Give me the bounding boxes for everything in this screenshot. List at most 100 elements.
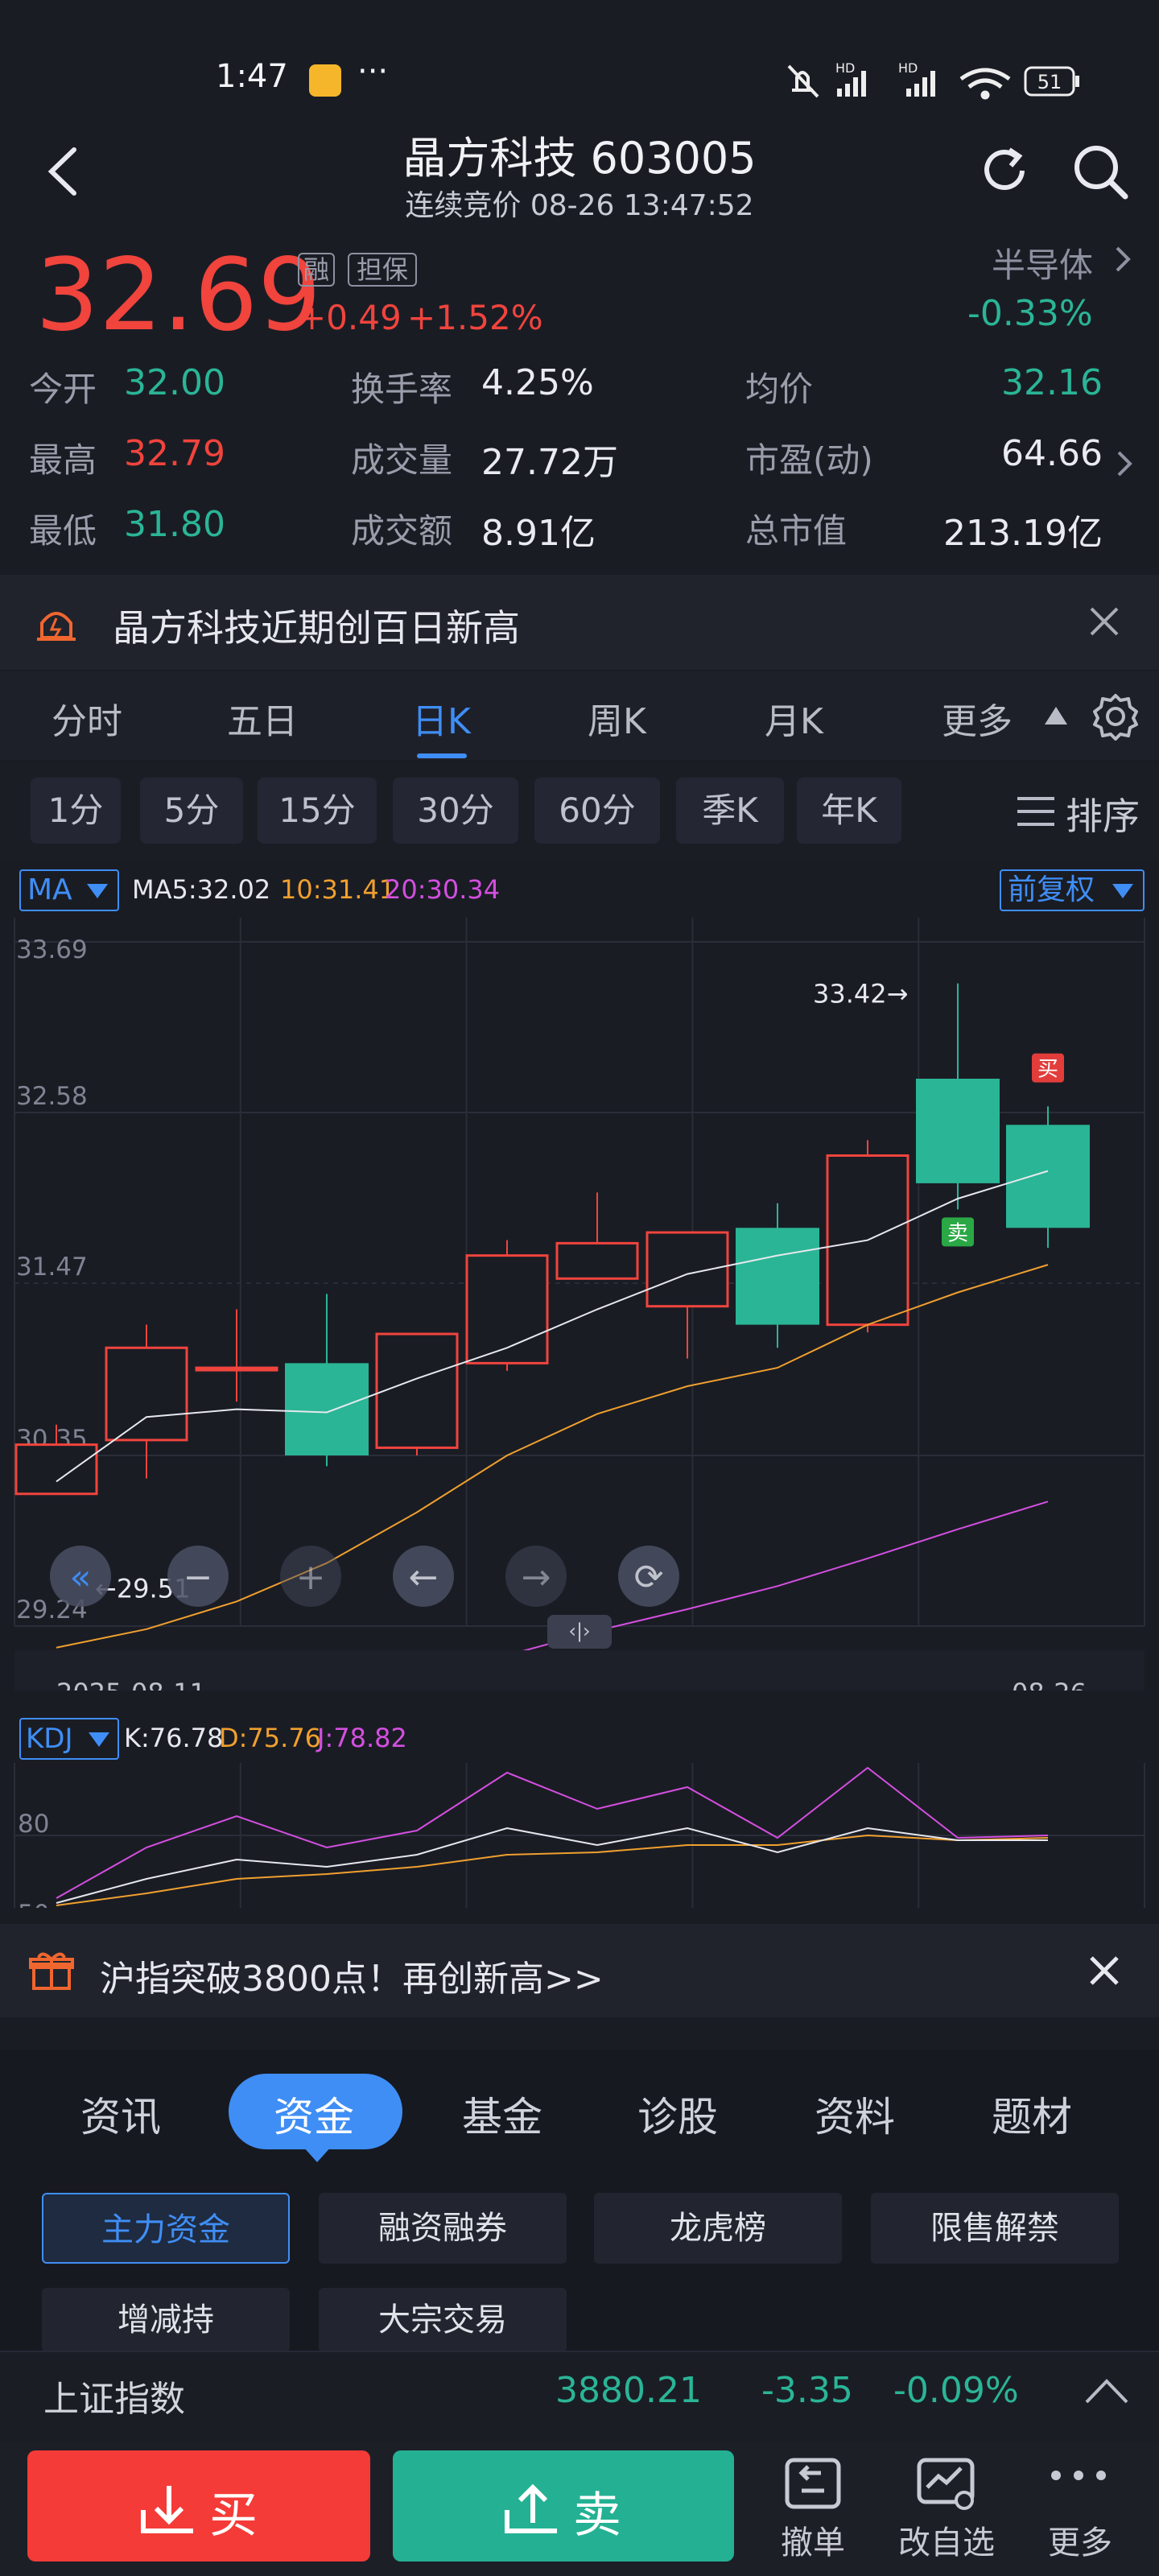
candle-body [14,1443,98,1496]
tab-monthly-k[interactable]: 月K [765,692,823,744]
sell-button-label: 卖 [573,2487,621,2544]
sort-list-icon[interactable] [1016,794,1056,829]
interval-30min[interactable]: 30分 [393,778,518,844]
caret-up-icon[interactable] [1043,704,1069,728]
candle-body [285,1363,369,1455]
tab-daily-k[interactable]: 日K [412,692,471,744]
tab-five-day[interactable]: 五日 [227,692,298,744]
sell-button[interactable] [393,2450,734,2562]
ma10-value: 10:31.41 [280,874,396,905]
scroll-left-icon: ← [409,1557,439,1598]
sort-label[interactable]: 排序 [1066,787,1140,840]
content-tab-news[interactable]: 资讯 [80,2085,161,2143]
buy-button[interactable] [27,2450,370,2562]
settings-gear-icon[interactable] [1091,692,1140,741]
interval-year-k[interactable]: 年K [797,778,901,844]
close-news-icon[interactable] [1088,1955,1120,1987]
chevron-right-icon[interactable] [1111,243,1135,275]
avg-price-label: 均价 [745,369,814,409]
kdj-tick-80: 80 [18,1810,49,1839]
tab-intraday[interactable]: 分时 [52,692,122,744]
price-change-pct: +1.52% [407,298,543,337]
svg-text:HD: HD [898,61,918,76]
market-cap-value: 213.19亿 [943,513,1103,554]
cancel-order-label[interactable]: 撤单 [749,2516,877,2563]
candle-body [1006,1125,1090,1228]
content-tab-themes[interactable]: 题材 [992,2085,1072,2143]
kdj-dropdown-icon[interactable] [87,1729,111,1750]
ma5-value: MA5:32.02 [132,874,271,905]
candle-body [105,1346,188,1442]
interval-60min[interactable]: 60分 [534,778,660,844]
content-tab-mutual-fund[interactable]: 基金 [462,2085,542,2143]
margin-badge: 融 [298,253,335,287]
index-change: -3.35 [761,2370,853,2411]
index-value: 3880.21 [555,2370,702,2411]
more-dots-icon[interactable] [1046,2463,1111,2487]
refresh-icon[interactable] [975,142,1033,200]
avg-price-value: 32.16 [1001,362,1103,403]
sell-arrow-icon [505,2483,557,2533]
high-value: 32.79 [124,433,225,474]
mute-icon [787,64,819,98]
close-alert-icon[interactable] [1087,604,1122,639]
amount-label: 成交额 [351,511,453,551]
pe-value: 64.66 [1001,433,1103,474]
edit-watchlist-icon[interactable] [914,2455,979,2512]
interval-quarter-k[interactable]: 季K [676,778,784,844]
kdj-chart[interactable]: 80 50 [0,1763,1159,1908]
content-tab-profile[interactable]: 资料 [815,2085,895,2143]
news-text: 沪指突破3800点！再创新高>> [100,1959,604,2000]
x-axis-start-label: 2025-08-11 [56,1678,206,1690]
open-label: 今开 [29,369,97,409]
kline-chart[interactable]: 33.6932.5831.4730.3529.2433.42→←29.51买卖«… [0,918,1159,1690]
ma-selector-label: MA [27,873,72,906]
wifi-icon [959,68,1011,100]
interval-1min[interactable]: 1分 [31,778,121,844]
stats-expand-icon[interactable] [1112,448,1136,480]
expand-index-icon[interactable] [1083,2376,1130,2405]
notification-app-icon [309,64,341,97]
alert-text: 晶方科技近期创百日新高 [113,606,520,650]
candle-body [375,1332,459,1449]
scroll-right-icon: → [522,1557,551,1598]
rotate-icon: ⟳ [634,1557,664,1598]
adjust-dropdown-icon[interactable] [1111,881,1135,902]
tab-more[interactable]: 更多 [942,692,1013,744]
chip-dragon-tiger[interactable]: 龙虎榜 [594,2193,842,2264]
chip-block-trade[interactable]: 大宗交易 [319,2288,567,2352]
screen: { "status_bar":{"time":"1:47","battery":… [0,0,1159,2576]
kdj-tick-50: 50 [18,1900,49,1908]
interval-15min[interactable]: 15分 [258,778,377,844]
market-cap-label: 总市值 [745,511,848,551]
sector-name[interactable]: 半导体 [992,238,1093,287]
tab-weekly-k[interactable]: 周K [588,692,646,744]
more-label[interactable]: 更多 [1016,2516,1145,2563]
kdj-d-value: D:75.76 [219,1723,322,1753]
price-change: +0.49 [298,298,402,337]
chip-margin-trading[interactable]: 融资融券 [319,2193,567,2264]
buy-button-label: 买 [209,2487,258,2544]
sell-signal-label: 卖 [947,1221,968,1245]
candle-body [736,1228,819,1325]
interval-5min[interactable]: 5分 [140,778,243,844]
search-icon[interactable] [1070,142,1132,203]
chip-main-funds[interactable]: 主力资金 [42,2193,290,2264]
content-tab-diagnosis[interactable]: 诊股 [637,2085,718,2143]
gift-icon [29,1952,74,1990]
buy-signal-label: 买 [1037,1058,1058,1082]
cancel-order-icon[interactable] [782,2455,843,2512]
ma-dropdown-icon[interactable] [85,881,109,902]
y-tick-label: 33.69 [16,935,88,964]
turnover-label: 换手率 [351,369,453,409]
high-price-marker: 33.42→ [813,979,908,1009]
index-change-pct: -0.09% [893,2370,1019,2411]
chip-shareholding-change[interactable]: 增减持 [42,2288,290,2352]
kdj-selector-label: KDJ [26,1723,73,1755]
open-value: 32.00 [124,362,225,403]
y-tick-label: 31.47 [16,1253,88,1282]
edit-watchlist-label[interactable]: 改自选 [882,2516,1011,2563]
chip-lockup-release[interactable]: 限售解禁 [871,2193,1119,2264]
current-price: 32.69 [35,237,321,353]
content-tab-funds[interactable]: 资金 [274,2085,354,2143]
